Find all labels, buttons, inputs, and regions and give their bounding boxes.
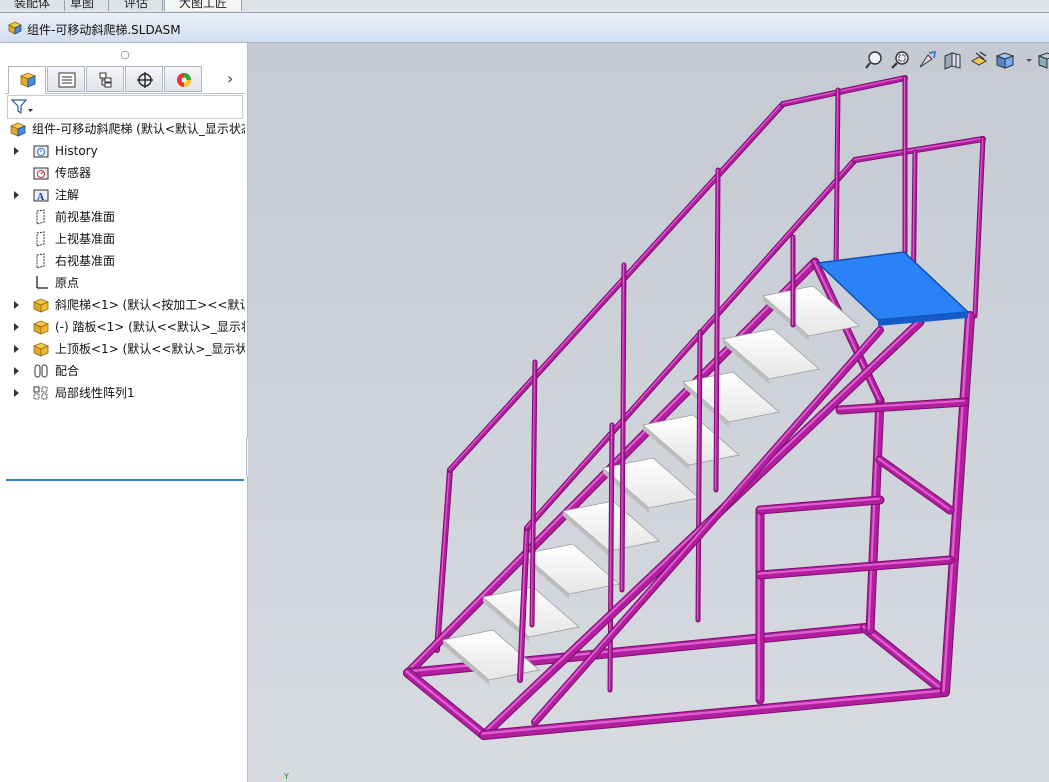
tree-item-label: 传感器 [55, 166, 92, 180]
expand-arrow-icon[interactable] [14, 367, 19, 375]
tree-item[interactable]: 上视基准面 [0, 229, 245, 249]
chevron-right-icon[interactable]: › [227, 69, 233, 88]
tree-item[interactable]: A 注解 [0, 185, 245, 205]
display-manager-icon [177, 73, 191, 87]
handrail-rail [525, 158, 855, 528]
tree-root[interactable]: 组件-可移动斜爬梯 (默认<默认_显示状态-1>) [9, 119, 245, 139]
plane-icon [36, 231, 45, 247]
tab-display-manager[interactable] [164, 66, 202, 92]
origin-icon [36, 276, 48, 289]
tree-item-label: 前视基准面 [55, 210, 116, 224]
tree-item-label: 原点 [55, 276, 80, 290]
tree-item[interactable]: 局部线性阵列1 [0, 383, 245, 403]
expand-arrow-icon[interactable] [14, 191, 19, 199]
tree-item[interactable]: History [0, 141, 245, 161]
rear-brace [756, 556, 954, 579]
tree-root-label: 组件-可移动斜爬梯 (默认<默认_显示状态-1>) [32, 122, 245, 136]
handrail-baluster [973, 137, 985, 318]
tab-feature-manager[interactable] [8, 66, 46, 94]
expand-arrow-icon[interactable] [14, 323, 19, 331]
tab-evaluate[interactable]: 评估 [110, 0, 164, 11]
tab-sketch[interactable]: 草图 [56, 0, 110, 11]
assembly-icon [9, 122, 27, 137]
mates-icon [34, 364, 48, 378]
configuration-manager-icon [99, 72, 112, 88]
tab-custom[interactable]: 大图工匠 [164, 0, 243, 11]
ladder-model [403, 75, 986, 740]
panel-tabs: › [5, 65, 245, 94]
filter-icon [11, 99, 33, 115]
handrail-rail [525, 158, 857, 530]
axis-indicator-y: Y [284, 772, 289, 781]
tab-configuration-manager[interactable] [86, 66, 124, 92]
expand-arrow-icon[interactable] [14, 301, 19, 309]
handrail-top [853, 137, 985, 162]
tree-item-label: (-) 踏板<1> (默认<<默认>_显示状态 1>) [55, 320, 245, 334]
rear-brace [877, 457, 950, 510]
history-icon [33, 145, 49, 158]
base-rail-left [405, 670, 484, 735]
tree-item[interactable]: 右视基准面 [0, 251, 245, 271]
graphics-area[interactable]: Y [248, 43, 1049, 782]
base-rail-right [862, 625, 945, 692]
expand-arrow-icon[interactable] [14, 147, 19, 155]
tree-item[interactable]: 原点 [0, 273, 245, 293]
rear-brace [836, 398, 969, 414]
plane-icon [36, 253, 45, 269]
svg-text:A: A [37, 192, 45, 203]
rear-brace [756, 496, 884, 514]
handrail-post-low [435, 468, 452, 652]
tree-item[interactable]: 配合 [0, 361, 245, 381]
stair-treads [442, 285, 860, 685]
tab-dimxpert[interactable] [125, 66, 163, 92]
dimxpert-icon [137, 72, 153, 88]
tree-rollback-bar[interactable] [6, 479, 244, 481]
annotation-icon: A [33, 189, 49, 203]
panel-grip[interactable] [121, 51, 129, 59]
feature-manager-panel: › 组件-可移动斜爬梯 (默认<默认_显示状态-1>) History 传感器 A注… [0, 43, 248, 782]
part-icon [32, 298, 50, 313]
tree-item[interactable]: (-) 踏板<1> (默认<<默认>_显示状态 1>) [0, 317, 245, 337]
tree-item-label: 上视基准面 [55, 232, 116, 246]
expand-arrow-icon[interactable] [14, 389, 19, 397]
tree-item-label: 上顶板<1> (默认<<默认>_显示状态 1>) [55, 342, 245, 356]
tree-item-label: 右视基准面 [55, 254, 116, 268]
rear-post-back [866, 396, 884, 634]
document-titlebar: 组件-可移动斜爬梯.SLDASM [0, 13, 1049, 43]
tree-item-label: 斜爬梯<1> (默认<按加工><<默认>_显示状态 1>) [55, 298, 245, 312]
plane-icon [36, 209, 45, 225]
handrail-top [853, 137, 983, 160]
tree-item[interactable]: 上顶板<1> (默认<<默认>_显示状态 1>) [0, 339, 245, 359]
assembly-icon [8, 21, 22, 35]
tree-item-label: 局部线性阵列1 [55, 386, 135, 400]
handrail-top [781, 76, 905, 104]
tree-filter[interactable] [7, 95, 243, 119]
tree-item[interactable]: 斜爬梯<1> (默认<按加工><<默认>_显示状态 1>) [0, 295, 245, 315]
tree-item[interactable]: 传感器 [0, 163, 245, 183]
sensor-icon [33, 167, 49, 180]
part-icon [32, 320, 50, 335]
tree-item-label: History [55, 144, 98, 158]
tab-property-manager[interactable] [47, 66, 85, 92]
feature-manager-icon [19, 72, 37, 88]
command-manager-tabs: 装配体 草图 评估 大图工匠 [0, 0, 1049, 13]
tree-item-label: 配合 [55, 364, 80, 378]
document-title: 组件-可移动斜爬梯.SLDASM [27, 23, 181, 37]
handrail-post-low [435, 468, 450, 650]
property-manager-icon [58, 72, 76, 88]
part-icon [32, 342, 50, 357]
tree-item-label: 注解 [55, 188, 80, 202]
tree-item[interactable]: 前视基准面 [0, 207, 245, 227]
handrail-top [781, 76, 907, 106]
linear-pattern-icon [33, 386, 48, 400]
expand-arrow-icon[interactable] [14, 345, 19, 353]
